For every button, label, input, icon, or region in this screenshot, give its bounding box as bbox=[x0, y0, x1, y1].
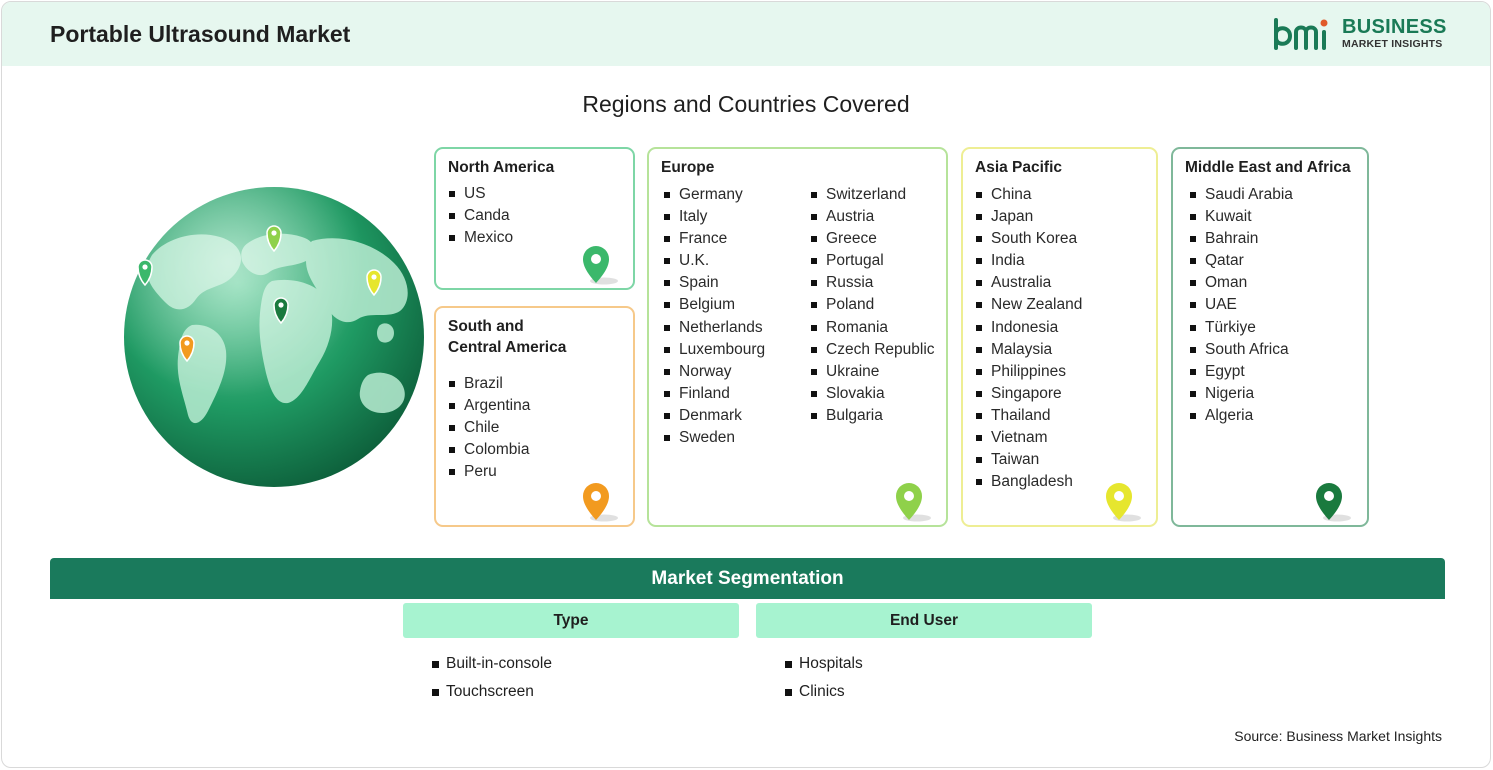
country-item: Singapore bbox=[975, 383, 1082, 405]
country-list: US Canda Mexico bbox=[448, 183, 513, 249]
country-item: Colombia bbox=[448, 439, 530, 461]
country-item: South Africa bbox=[1189, 339, 1293, 361]
country-item: Slovakia bbox=[810, 383, 935, 405]
country-item: Ukraine bbox=[810, 361, 935, 383]
country-item: Thailand bbox=[975, 405, 1082, 427]
country-item: UAE bbox=[1189, 294, 1293, 316]
logo-word-market-insights: MARKET INSIGHTS bbox=[1342, 38, 1443, 50]
country-item: Netherlands bbox=[663, 317, 765, 339]
country-item: Canda bbox=[448, 205, 513, 227]
region-title-line2: Central America bbox=[448, 339, 567, 356]
country-item: India bbox=[975, 250, 1082, 272]
country-item: Austria bbox=[810, 206, 935, 228]
regions-title: Regions and Countries Covered bbox=[582, 91, 910, 117]
segment-list-type: Built-in-console Touchscreen bbox=[432, 650, 552, 706]
country-item: Argentina bbox=[448, 395, 530, 417]
country-item: Saudi Arabia bbox=[1189, 184, 1293, 206]
region-card-middle-east-africa: Middle East and Africa Saudi Arabia Kuwa… bbox=[1171, 147, 1369, 527]
map-pin-icon bbox=[896, 483, 931, 522]
region-title: North America bbox=[448, 159, 555, 176]
country-item: France bbox=[663, 228, 765, 250]
country-item: Vietnam bbox=[975, 427, 1082, 449]
segment-item: Hospitals bbox=[785, 650, 863, 678]
country-item: U.K. bbox=[663, 250, 765, 272]
segment-list-end-user: Hospitals Clinics bbox=[785, 650, 863, 706]
country-item: Sweden bbox=[663, 427, 765, 449]
map-pin-icon bbox=[583, 483, 618, 522]
country-list: Saudi Arabia Kuwait Bahrain Qatar Oman U… bbox=[1189, 184, 1293, 427]
country-item: Oman bbox=[1189, 272, 1293, 294]
country-item: Japan bbox=[975, 206, 1082, 228]
region-title: Asia Pacific bbox=[975, 159, 1063, 176]
country-item: Malaysia bbox=[975, 339, 1082, 361]
segment-item: Built-in-console bbox=[432, 650, 552, 678]
country-item: Czech Republic bbox=[810, 339, 935, 361]
region-card-north-america: North America US Canda Mexico bbox=[434, 147, 635, 290]
country-item: Switzerland bbox=[810, 184, 935, 206]
map-pin-icon bbox=[583, 246, 618, 285]
country-item: Poland bbox=[810, 294, 935, 316]
region-card-south-central-america: South and Central America Brazil Argenti… bbox=[434, 306, 635, 527]
country-item: Luxembourg bbox=[663, 339, 765, 361]
segment-header-end-user: End User bbox=[756, 603, 1092, 638]
map-pin-icon bbox=[1316, 483, 1351, 522]
country-item: Mexico bbox=[448, 227, 513, 249]
segmentation-title-bar: Market Segmentation bbox=[50, 558, 1445, 599]
page-title: Portable Ultrasound Market bbox=[50, 21, 351, 47]
country-item: Russia bbox=[810, 272, 935, 294]
country-item: Algeria bbox=[1189, 405, 1293, 427]
country-item: Egypt bbox=[1189, 361, 1293, 383]
country-item: Italy bbox=[663, 206, 765, 228]
country-item: New Zealand bbox=[975, 294, 1082, 316]
country-item: US bbox=[448, 183, 513, 205]
bmi-logo-mark-icon bbox=[1274, 18, 1328, 50]
country-item: China bbox=[975, 184, 1082, 206]
country-item: Qatar bbox=[1189, 250, 1293, 272]
segment-header-type: Type bbox=[403, 603, 739, 638]
country-item: Nigeria bbox=[1189, 383, 1293, 405]
region-title-line1: South and bbox=[448, 318, 524, 335]
region-card-europe: Europe Germany Italy France U.K. Spain B… bbox=[647, 147, 948, 527]
segment-item: Touchscreen bbox=[432, 678, 552, 706]
country-item: Bulgaria bbox=[810, 405, 935, 427]
country-list: China Japan South Korea India Australia … bbox=[975, 184, 1082, 493]
country-item: Türkiye bbox=[1189, 317, 1293, 339]
map-pin-icon bbox=[1106, 483, 1141, 522]
country-item: Norway bbox=[663, 361, 765, 383]
country-item: Bahrain bbox=[1189, 228, 1293, 250]
country-item: Philippines bbox=[975, 361, 1082, 383]
country-item: Belgium bbox=[663, 294, 765, 316]
region-card-asia-pacific: Asia Pacific China Japan South Korea Ind… bbox=[961, 147, 1158, 527]
region-title: South and Central America bbox=[448, 316, 566, 358]
country-item: Australia bbox=[975, 272, 1082, 294]
country-item: Kuwait bbox=[1189, 206, 1293, 228]
country-item: Indonesia bbox=[975, 317, 1082, 339]
country-item: Spain bbox=[663, 272, 765, 294]
country-item: Bangladesh bbox=[975, 471, 1082, 493]
country-item: Portugal bbox=[810, 250, 935, 272]
country-list-col2: Switzerland Austria Greece Portugal Russ… bbox=[810, 184, 935, 427]
country-item: Germany bbox=[663, 184, 765, 206]
country-item: Denmark bbox=[663, 405, 765, 427]
infographic-frame: Portable Ultrasound Market BUSINESS MARK… bbox=[1, 1, 1491, 768]
country-item: Peru bbox=[448, 461, 530, 483]
country-list-col1: Germany Italy France U.K. Spain Belgium … bbox=[663, 184, 765, 449]
country-item: South Korea bbox=[975, 228, 1082, 250]
country-list: Brazil Argentina Chile Colombia Peru bbox=[448, 373, 530, 483]
country-item: Finland bbox=[663, 383, 765, 405]
bmi-logo: BUSINESS MARKET INSIGHTS bbox=[1272, 16, 1452, 56]
country-item: Greece bbox=[810, 228, 935, 250]
logo-word-business: BUSINESS bbox=[1342, 16, 1447, 38]
region-title: Europe bbox=[661, 159, 715, 176]
globe-icon bbox=[124, 187, 424, 487]
country-item: Romania bbox=[810, 317, 935, 339]
region-title: Middle East and Africa bbox=[1185, 159, 1351, 176]
segment-item: Clinics bbox=[785, 678, 863, 706]
source-note: Source: Business Market Insights bbox=[1234, 728, 1442, 744]
country-item: Taiwan bbox=[975, 449, 1082, 471]
country-item: Chile bbox=[448, 417, 530, 439]
country-item: Brazil bbox=[448, 373, 530, 395]
header-bar: Portable Ultrasound Market BUSINESS MARK… bbox=[2, 2, 1490, 66]
